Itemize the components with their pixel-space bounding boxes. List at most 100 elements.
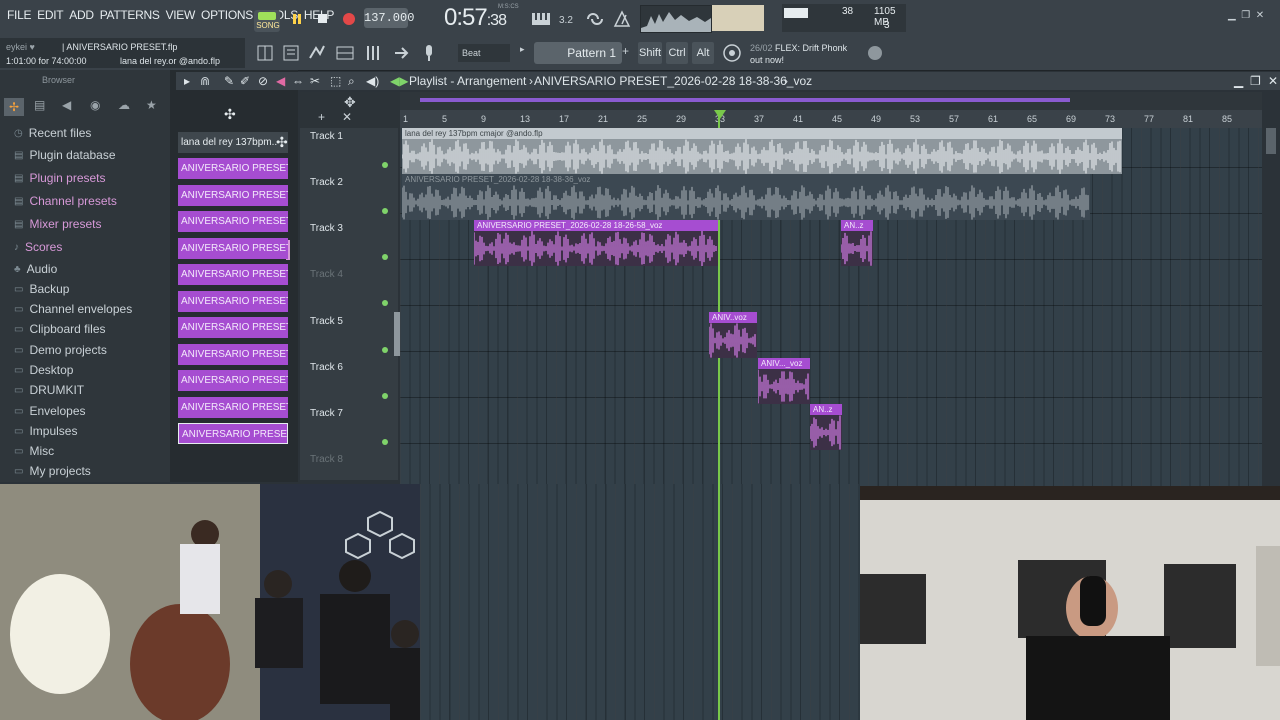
maximize-icon[interactable]: ❐ xyxy=(1241,10,1250,21)
channel-button[interactable]: ANIVERSARIO PRESET_202... xyxy=(178,291,288,312)
browser-item[interactable]: ▭ Channel envelopes xyxy=(14,302,132,316)
browser-item[interactable]: ▭ Desktop xyxy=(14,363,73,377)
track-header-label[interactable]: Track 4 xyxy=(310,269,343,280)
browser-plugin-icon[interactable]: ◉ xyxy=(90,98,104,116)
typing-keyboard-button[interactable] xyxy=(530,10,552,28)
playlist-overview[interactable] xyxy=(400,92,1262,110)
snap-tool-button[interactable] xyxy=(254,42,276,64)
track-mute-led[interactable] xyxy=(382,208,388,214)
channel-button[interactable]: ANIVERSARIO PRESET_202... xyxy=(178,344,288,365)
track-mute-led[interactable] xyxy=(382,300,388,306)
menu-patterns[interactable]: PATTERNS xyxy=(97,8,163,22)
browser-item[interactable]: ▤ Channel presets xyxy=(14,194,117,208)
channel-button[interactable]: lana del rey 137bpm.. xyxy=(178,132,288,153)
play-arrow-icon[interactable]: ◀▶ xyxy=(390,74,408,88)
audio-clip[interactable]: ANIV..voz xyxy=(709,312,757,358)
browser-item[interactable]: ▭ Backup xyxy=(14,282,69,296)
audio-clip[interactable]: lana del rey 137bpm cmajor @ando.flp xyxy=(402,128,1122,174)
remove-track-icon[interactable]: ✕ xyxy=(342,110,352,124)
pattern-prev-icon[interactable]: ▸ xyxy=(520,44,532,62)
slice-tool-icon[interactable]: ✂ xyxy=(310,74,320,88)
menu-file[interactable]: FILE xyxy=(4,8,34,22)
piano-roll-button[interactable] xyxy=(334,42,356,64)
browser-item[interactable]: ♪ Scores xyxy=(14,240,62,254)
add-channel-icon[interactable]: ✣ xyxy=(276,134,288,151)
track-header-label[interactable]: Track 1 xyxy=(310,131,343,142)
metronome-button[interactable] xyxy=(611,10,633,28)
track-mute-led[interactable] xyxy=(382,254,388,260)
track-mute-led[interactable] xyxy=(382,439,388,445)
track-header-label[interactable]: Track 5 xyxy=(310,316,343,327)
browser-item[interactable]: ▤ Plugin database xyxy=(14,148,116,162)
channel-button[interactable]: ANIVERSARIO PRESET_202... xyxy=(178,423,288,444)
track-header-label[interactable]: Track 6 xyxy=(310,362,343,373)
browser-item[interactable]: ▤ Mixer presets xyxy=(14,217,101,231)
select-tool-icon[interactable]: ⬚ xyxy=(330,74,341,88)
channel-button[interactable]: ANIVERSARIO PRESET_202... xyxy=(178,211,288,232)
slip-tool-icon[interactable]: ⇔ xyxy=(292,74,304,88)
add-track-icon[interactable]: + xyxy=(318,110,325,124)
audio-clip[interactable]: ANIVERSARIO PRESET_2026-02-28 18-38-36_v… xyxy=(402,174,1090,220)
playlist-maximize-icon[interactable]: ❐ xyxy=(1250,74,1261,88)
track-mute-led[interactable] xyxy=(382,162,388,168)
play-button[interactable] xyxy=(284,8,310,30)
browser-item[interactable]: ▭ Misc xyxy=(14,444,54,458)
tempo-display[interactable]: 137.000 xyxy=(364,8,414,28)
song-mode-button[interactable]: SONG xyxy=(254,10,280,32)
overview-range[interactable] xyxy=(420,98,1070,102)
menu-view[interactable]: VIEW xyxy=(163,8,198,22)
audio-clip[interactable]: AN..z xyxy=(841,220,873,266)
browser-item[interactable]: ▭ Clipboard files xyxy=(14,322,106,336)
record-audio-button[interactable] xyxy=(418,42,440,64)
record-button[interactable] xyxy=(338,8,362,30)
news-panel[interactable]: 26/02 FLEX: Drift Phonk out now! xyxy=(750,42,847,66)
channel-button[interactable]: ANIVERSARIO PRESET_202... xyxy=(178,317,288,338)
loop-record-button[interactable] xyxy=(584,10,606,28)
mute-tool-icon[interactable]: ◀ xyxy=(276,74,285,88)
magnet-icon[interactable]: ⋒ xyxy=(200,74,210,88)
browser-item[interactable]: ▭ DRUMKIT xyxy=(14,383,84,397)
draw-tool-icon[interactable]: ✎ xyxy=(224,74,234,88)
alt-key-button[interactable]: Alt xyxy=(692,42,714,64)
paint-tool-icon[interactable]: ✐ xyxy=(240,74,250,88)
channel-button[interactable]: ANIVERSARIO PRESET_202... xyxy=(178,370,288,391)
browser-speaker-icon[interactable]: ◀ xyxy=(62,98,76,116)
mixer-button[interactable] xyxy=(280,42,302,64)
browser-item[interactable]: ♣ Audio xyxy=(14,262,57,276)
stop-button[interactable] xyxy=(310,8,336,30)
track-header-label[interactable]: Track 7 xyxy=(310,408,343,419)
timeline-ruler[interactable]: 1 5 9 13 17 21 25 29 33 37 41 45 49 53 57 61 65 69 73 77 81 8… xyxy=(400,110,1262,128)
arrangement-name[interactable]: ANIVERSARIO PRESET_2026-02-28 18-38-36_v… xyxy=(534,74,812,88)
playhead-marker[interactable] xyxy=(714,110,726,119)
channel-rack-button[interactable] xyxy=(306,42,328,64)
menu-edit[interactable]: EDIT xyxy=(34,8,66,22)
browser-all-icon[interactable]: ✢ xyxy=(4,98,24,116)
browser-item[interactable]: ▭ Impulses xyxy=(14,424,77,438)
shift-key-button[interactable]: Shift xyxy=(638,42,662,64)
playback-tool-icon[interactable]: ◀) xyxy=(366,74,379,88)
browser-item[interactable]: ◷ Recent files xyxy=(14,126,91,140)
browser-item[interactable]: ▭ Demo projects xyxy=(14,343,107,357)
browser-item[interactable]: ▭ Envelopes xyxy=(14,404,86,418)
channel-button[interactable]: ANIVERSARIO PRESET_202... xyxy=(178,264,288,285)
browser-cloud-icon[interactable]: ☁ xyxy=(118,98,132,116)
news-icon-button[interactable] xyxy=(720,42,744,64)
audio-clip[interactable]: AN..z xyxy=(810,404,842,450)
ctrl-key-button[interactable]: Ctrl xyxy=(666,42,688,64)
channel-button[interactable]: ANIVERSARIO PRESET_202... xyxy=(178,238,288,259)
track-mute-led[interactable] xyxy=(382,347,388,353)
channel-button[interactable]: ANIVERSARIO PRESET_202... xyxy=(178,397,288,418)
playlist-minimize-icon[interactable]: ▁ xyxy=(1234,74,1243,88)
audio-clip[interactable]: ANIVERSARIO PRESET_2026-02-28 18-26-58_v… xyxy=(474,220,718,266)
track-scroll-thumb[interactable] xyxy=(394,312,400,356)
playlist-close-icon[interactable]: ✕ xyxy=(1268,74,1278,88)
step-edit-button[interactable]: 3.2 xyxy=(557,10,579,28)
audio-clip[interactable]: ANIV..._voz xyxy=(758,358,810,404)
browser-item[interactable]: ▭ My projects xyxy=(14,464,91,478)
pattern-selector[interactable]: Pattern 1 xyxy=(534,42,622,64)
minimize-icon[interactable]: ▁ xyxy=(1228,10,1236,21)
zoom-tool-icon[interactable]: ⌕ xyxy=(348,74,355,89)
browser-file-icon[interactable]: ▤ xyxy=(34,98,48,116)
track-header-label[interactable]: Track 3 xyxy=(310,223,343,234)
scrollbar-thumb[interactable] xyxy=(1266,128,1276,154)
